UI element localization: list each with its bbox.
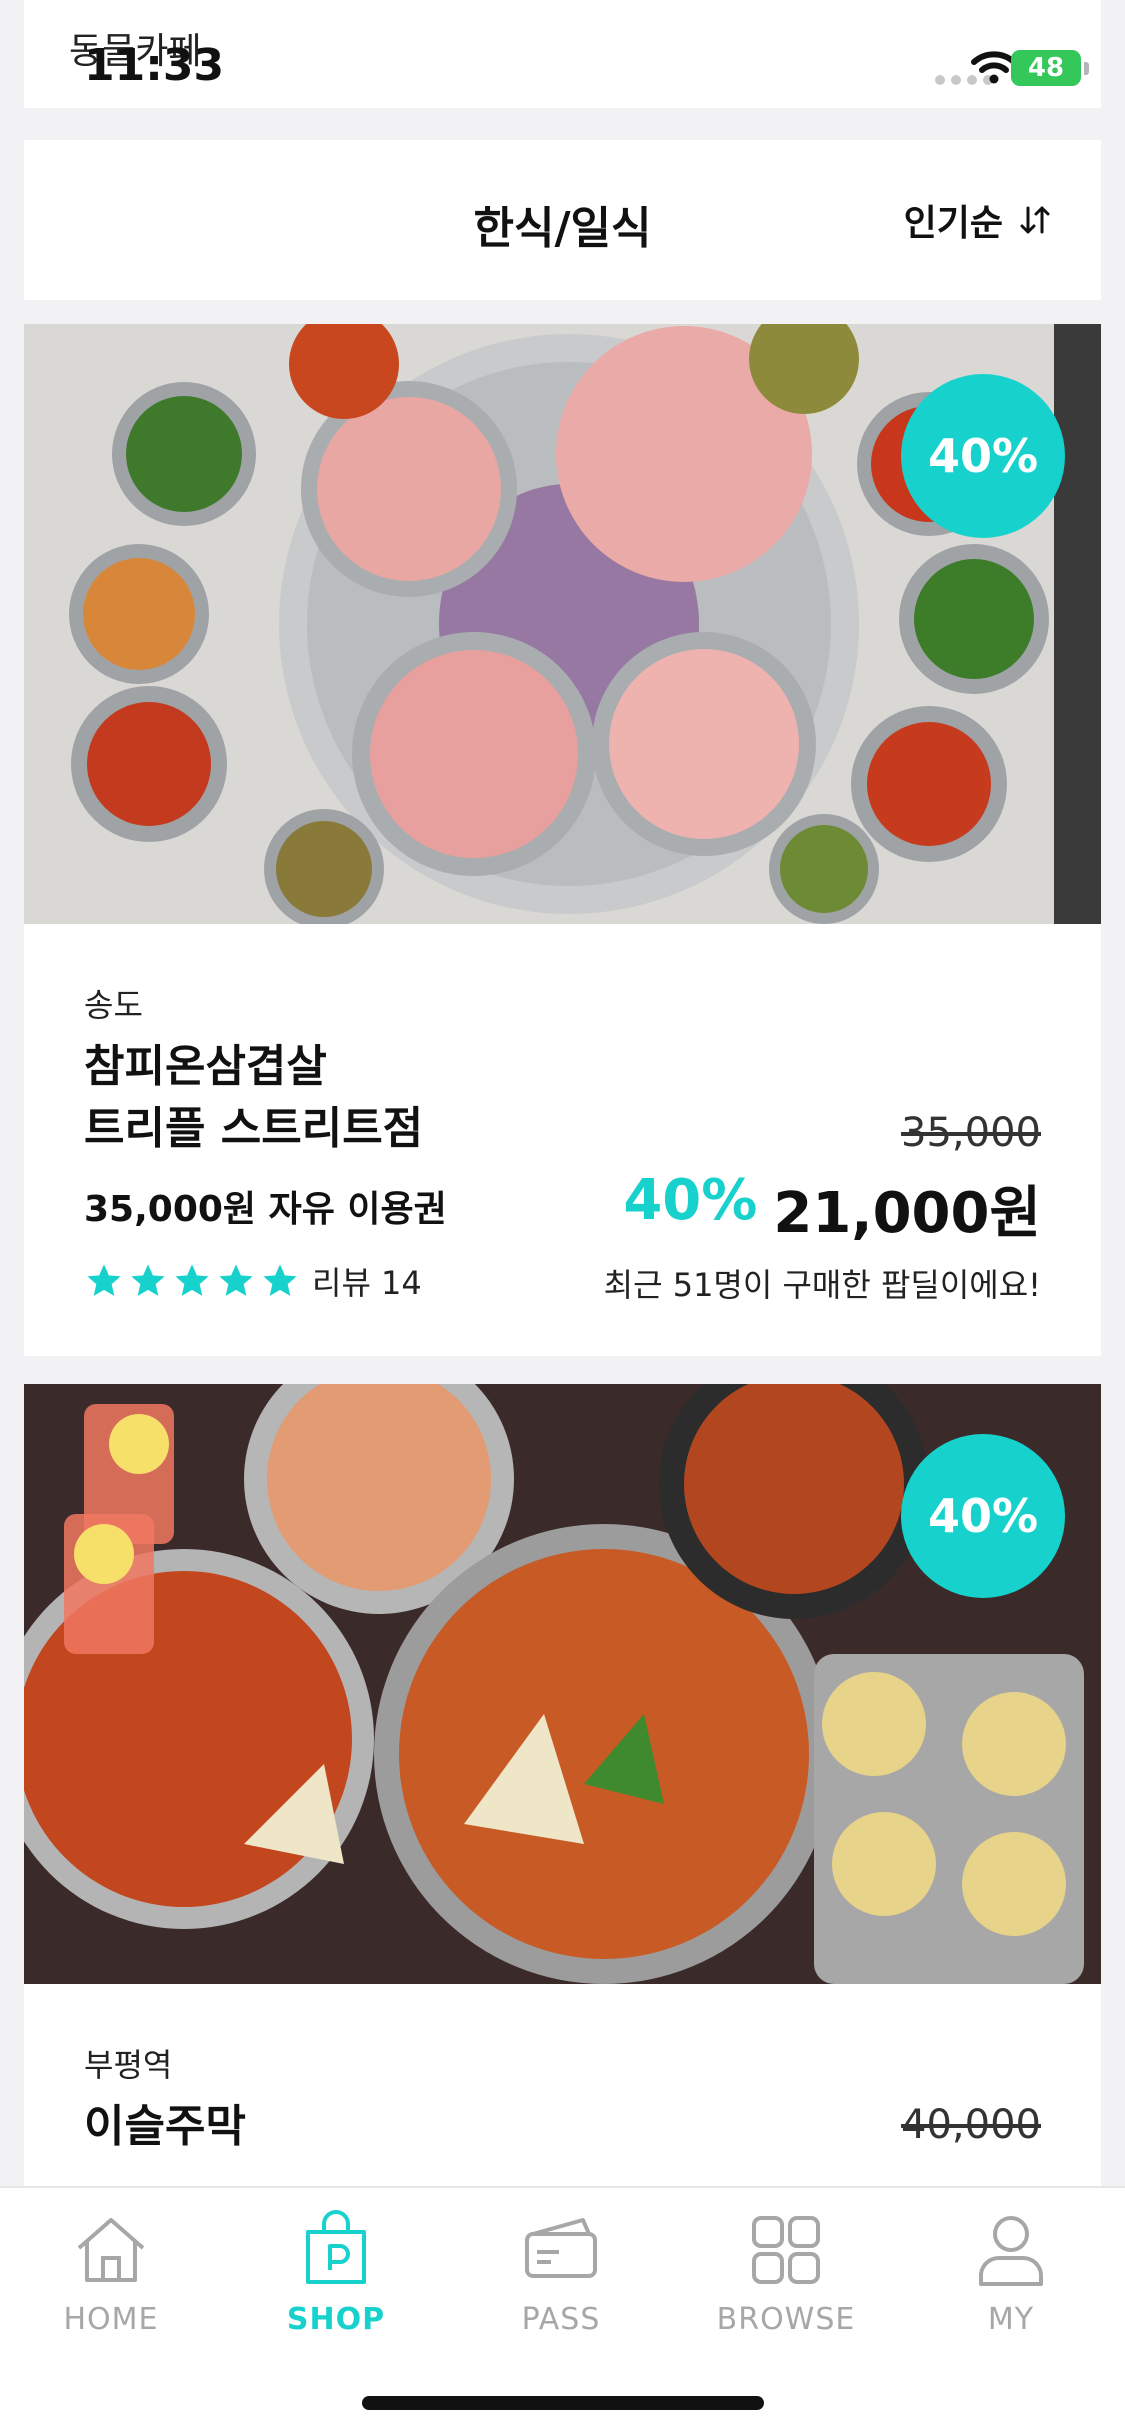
original-price: 35,000 [901, 1110, 1041, 1156]
discount-badge: 40% [901, 1434, 1065, 1598]
battery-level: 48 [1027, 53, 1065, 83]
sale-price-row: 40% 21,000원 [623, 1168, 1041, 1249]
category-header: 한식/일식 인기순 [24, 140, 1101, 300]
discount-badge: 40% [901, 374, 1065, 538]
deal-info: 송도 참피온삼겹살 트리플 스트리트점 35,000원 자유 이용권 35,00… [24, 924, 1101, 1356]
review-count[interactable]: 리뷰 14 [312, 1258, 422, 1304]
deal-region: 부평역 [84, 2046, 173, 2084]
battery-icon: 48 [1011, 50, 1089, 86]
deal-region: 송도 [84, 986, 143, 1024]
ticket-icon [525, 2218, 597, 2278]
person-icon [979, 2216, 1043, 2286]
sort-label: 인기순 [903, 203, 1003, 244]
tab-label: BROWSE [716, 2302, 856, 2337]
rating: 리뷰 14 [84, 1258, 422, 1304]
deal-photo: 40% [24, 1384, 1101, 1984]
tab-my[interactable]: MY [921, 2208, 1101, 2337]
sort-button[interactable]: 인기순 [904, 194, 1053, 246]
grid-icon [752, 2216, 820, 2284]
recent-buyers: 최근 51명이 구매한 팝딜이에요! [603, 1266, 1041, 1304]
star-icon [87, 1264, 121, 1296]
deal-name-line2: 트리플 스트리트점 [84, 1103, 424, 1154]
deal-name: 이슬주막 [84, 2096, 246, 2158]
deal-photo: 40% [24, 324, 1101, 924]
tab-pass[interactable]: PASS [471, 2208, 651, 2337]
star-icon [175, 1264, 209, 1296]
shopping-bag-icon [306, 2210, 366, 2284]
deal-name-line1: 이슬주막 [84, 2101, 246, 2152]
star-icon [263, 1264, 297, 1296]
deal-name: 참피온삼겹살 트리플 스트리트점 [84, 1036, 423, 1160]
deal-voucher: 35,000원 자유 이용권 [84, 1189, 447, 1230]
deal-name-line1: 참피온삼겹살 [84, 1041, 327, 1092]
tab-label: HOME [63, 2302, 159, 2337]
deal-card[interactable]: 40% 송도 참피온삼겹살 트리플 스트리트점 35,000원 자유 이용권 3… [24, 324, 1101, 1356]
sale-price: 21,000원 [773, 1181, 1041, 1246]
star-icon [219, 1264, 253, 1296]
original-price: 40,000 [901, 2102, 1041, 2148]
tab-label: PASS [521, 2302, 601, 2337]
home-icon [77, 2218, 145, 2282]
clock: 11:33 [84, 40, 225, 91]
home-indicator [362, 2396, 764, 2410]
tab-shop[interactable]: SHOP [246, 2208, 426, 2337]
tab-label: SHOP [286, 2302, 386, 2337]
tab-label: MY [987, 2302, 1035, 2337]
tab-browse[interactable]: BROWSE [696, 2208, 876, 2337]
tab-home[interactable]: HOME [21, 2208, 201, 2337]
star-icon [131, 1264, 165, 1296]
discount-percent: 40% [623, 1168, 758, 1233]
status-bar: 동물카페 11:33 48 [24, 0, 1101, 108]
sort-arrows-icon [1020, 206, 1050, 234]
